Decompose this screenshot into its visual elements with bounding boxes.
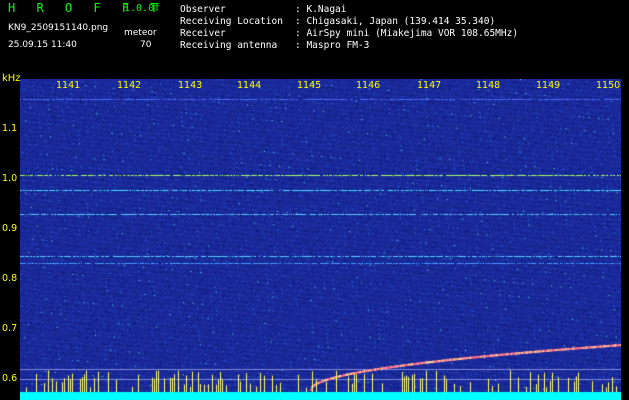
meteor-label: meteor: [124, 28, 157, 38]
info-key: Receiving antenna: [180, 40, 278, 51]
y-tick-label: 0.8: [2, 273, 18, 284]
x-tick-label: 1143: [178, 80, 203, 91]
spectrogram-canvas: [20, 79, 621, 400]
info-key: Observer: [180, 4, 226, 15]
y-tick-label: 0.7: [2, 323, 18, 334]
info-row-observer: Observer : K.Nagai: [180, 4, 518, 16]
y-tick-label: 1.0: [2, 173, 18, 184]
info-value: : K.Nagai: [295, 4, 347, 15]
x-tick-label: 1147: [417, 80, 442, 91]
x-tick-label: 1141: [56, 80, 81, 91]
x-tick-label: 1144: [237, 80, 262, 91]
x-tick-label: 1150: [596, 80, 621, 91]
y-tick-label: 1.1: [2, 123, 18, 134]
info-value: : Chigasaki, Japan (139.414 35.340): [295, 16, 496, 27]
info-value: : Maspro FM-3: [295, 40, 370, 51]
x-tick-label: 1146: [356, 80, 381, 91]
app-version: 1.0.0f: [124, 3, 161, 14]
info-value: : AirSpy mini (Miakejima VOR 108.65MHz): [295, 28, 519, 39]
info-row-location: Receiving Location : Chigasaki, Japan (13…: [180, 16, 518, 28]
file-name: KN9_2509151140.png: [8, 23, 109, 33]
x-tick-label: 1149: [536, 80, 561, 91]
y-tick-label: 0.6: [2, 373, 18, 384]
station-info: Observer : K.Nagai Receiving Location : Ch…: [180, 4, 518, 52]
info-key: Receiving Location: [180, 16, 283, 27]
info-row-receiver: Receiver : AirSpy mini (Miakejima VOR 108…: [180, 28, 518, 40]
meteor-count: 70: [140, 40, 152, 50]
y-tick-label: 0.9: [2, 223, 18, 234]
x-tick-label: 1142: [117, 80, 142, 91]
info-row-antenna: Receiving antenna : Maspro FM-3: [180, 40, 518, 52]
x-tick-label: 1145: [297, 80, 322, 91]
info-key: Receiver: [180, 28, 226, 39]
y-axis-unit: kHz: [2, 73, 21, 84]
x-tick-label: 1148: [476, 80, 501, 91]
datetime: 25.09.15 11:40: [8, 40, 77, 50]
